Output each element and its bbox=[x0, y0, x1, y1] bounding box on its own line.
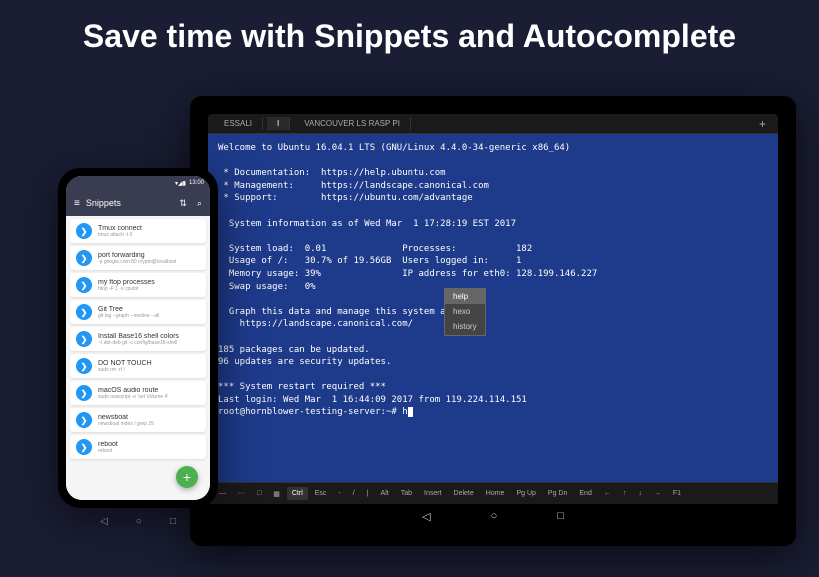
snippet-item[interactable]: ❯ Git Treegit log --graph --oneline --all bbox=[70, 300, 206, 324]
snippet-subtitle: htop -F 1 -s cputot bbox=[98, 286, 155, 292]
toolbar-key[interactable]: ↑ bbox=[618, 487, 632, 500]
phone-header: ≡ Snippets ⇅ ⌕ bbox=[66, 190, 210, 216]
signal-icon: ▾◢▮ bbox=[175, 180, 186, 187]
snippet-title: DO NOT TOUCH bbox=[98, 360, 152, 367]
menu-icon[interactable]: ≡ bbox=[74, 198, 80, 209]
snippet-item[interactable]: ❯ newsboatnewsboat index / grep 25 bbox=[70, 408, 206, 432]
snippet-title: port forwarding bbox=[98, 252, 176, 259]
snippet-icon: ❯ bbox=[76, 331, 92, 347]
toolbar-key[interactable]: → bbox=[649, 487, 666, 500]
terminal-tab[interactable]: ESSALI bbox=[214, 117, 263, 130]
search-icon[interactable]: ⌕ bbox=[197, 198, 202, 209]
snippet-icon: ❯ bbox=[76, 250, 92, 266]
toolbar-key[interactable]: Esc bbox=[310, 487, 332, 500]
tablet-device: ESSALI I VANCOUVER LS RASP PI + Welcome to … bbox=[190, 96, 796, 546]
terminal-tab-bar: ESSALI I VANCOUVER LS RASP PI + bbox=[208, 114, 778, 134]
home-icon[interactable]: ○ bbox=[136, 516, 142, 527]
snippet-title: newsboat bbox=[98, 414, 154, 421]
toolbar-key[interactable]: ▦ bbox=[268, 487, 285, 501]
snippet-subtitle: sudo rm -rf / bbox=[98, 367, 152, 373]
terminal-tab[interactable]: I bbox=[267, 117, 290, 130]
snippet-icon: ❯ bbox=[76, 304, 92, 320]
terminal-toolbar: —···□▦CtrlEsc-/|AltTabInsertDeleteHomePg… bbox=[208, 482, 778, 504]
toolbar-key[interactable]: Tab bbox=[396, 487, 417, 500]
toolbar-key[interactable]: ··· bbox=[233, 487, 250, 500]
toolbar-key[interactable]: Delete bbox=[449, 487, 479, 500]
add-snippet-button[interactable]: + bbox=[176, 466, 198, 488]
snippet-item[interactable]: ❯ Install Base16 shell colors~/.dot-deb g… bbox=[70, 327, 206, 351]
snippet-subtitle: reboot bbox=[98, 448, 118, 454]
snippet-icon: ❯ bbox=[76, 358, 92, 374]
home-icon[interactable]: ○ bbox=[491, 510, 498, 522]
snippet-title: my ftop processes bbox=[98, 279, 155, 286]
snippet-subtitle: ~/.dot-deb git -c config/base16-shell bbox=[98, 340, 179, 346]
toolbar-key[interactable]: End bbox=[574, 487, 596, 500]
toolbar-key[interactable]: Insert bbox=[419, 487, 447, 500]
snippet-item[interactable]: ❯ Tmux connecttmux attach -t 0 bbox=[70, 219, 206, 243]
snippet-title: Tmux connect bbox=[98, 225, 142, 232]
toolbar-key[interactable]: Ctrl bbox=[287, 487, 308, 500]
phone-status-bar: ▾◢▮ 13:00 bbox=[66, 176, 210, 190]
tablet-screen: ESSALI I VANCOUVER LS RASP PI + Welcome to … bbox=[208, 114, 778, 528]
toolbar-key[interactable]: Pg Up bbox=[511, 487, 540, 500]
terminal-output[interactable]: Welcome to Ubuntu 16.04.1 LTS (GNU/Linux… bbox=[208, 134, 778, 482]
toolbar-key[interactable]: Home bbox=[481, 487, 510, 500]
snippet-subtitle: sudo osascript -e 'set Volume 4' bbox=[98, 394, 168, 400]
snippet-title: reboot bbox=[98, 441, 118, 448]
snippet-item[interactable]: ❯ port forwarding-p google.com:80 crypto@… bbox=[70, 246, 206, 270]
phone-nav-bar: ◁ ○ □ bbox=[58, 512, 218, 530]
snippet-title: Install Base16 shell colors bbox=[98, 333, 179, 340]
page-headline: Save time with Snippets and Autocomplete bbox=[0, 0, 819, 55]
snippet-icon: ❯ bbox=[76, 412, 92, 428]
snippet-item[interactable]: ❯ my ftop processeshtop -F 1 -s cputot bbox=[70, 273, 206, 297]
snippet-item[interactable]: ❯ DO NOT TOUCHsudo rm -rf / bbox=[70, 354, 206, 378]
recent-icon[interactable]: □ bbox=[557, 510, 564, 522]
toolbar-key[interactable]: □ bbox=[252, 487, 266, 500]
snippet-subtitle: -p google.com:80 crypto@localhost bbox=[98, 259, 176, 265]
autocomplete-popup[interactable]: helphexohistory bbox=[444, 288, 486, 336]
toolbar-key[interactable]: - bbox=[333, 487, 345, 500]
toolbar-key[interactable]: F1 bbox=[668, 487, 686, 500]
snippet-title: Git Tree bbox=[98, 306, 159, 313]
toolbar-key[interactable]: ← bbox=[599, 487, 616, 500]
snippet-subtitle: tmux attach -t 0 bbox=[98, 232, 142, 238]
snippet-item[interactable]: ❯ rebootreboot bbox=[70, 435, 206, 459]
autocomplete-option[interactable]: help bbox=[445, 289, 485, 304]
phone-header-title: Snippets bbox=[86, 198, 170, 208]
snippet-icon: ❯ bbox=[76, 439, 92, 455]
phone-device: ▾◢▮ 13:00 ≡ Snippets ⇅ ⌕ ❯ Tmux connecttm… bbox=[58, 168, 218, 508]
toolbar-key[interactable]: ↓ bbox=[633, 487, 647, 500]
snippet-icon: ❯ bbox=[76, 223, 92, 239]
snippet-subtitle: newsboat index / grep 25 bbox=[98, 421, 154, 427]
add-tab-button[interactable]: + bbox=[753, 117, 772, 131]
toolbar-key[interactable]: / bbox=[348, 487, 360, 500]
toolbar-key[interactable]: Alt bbox=[376, 487, 394, 500]
autocomplete-option[interactable]: hexo bbox=[445, 304, 485, 319]
sort-icon[interactable]: ⇅ bbox=[179, 198, 187, 209]
terminal-tab[interactable]: VANCOUVER LS RASP PI bbox=[294, 117, 411, 130]
snippet-title: macOS audio route bbox=[98, 387, 168, 394]
phone-screen: ▾◢▮ 13:00 ≡ Snippets ⇅ ⌕ ❯ Tmux connecttm… bbox=[66, 176, 210, 500]
snippet-item[interactable]: ❯ macOS audio routesudo osascript -e 'set… bbox=[70, 381, 206, 405]
back-icon[interactable]: ◁ bbox=[422, 510, 430, 523]
toolbar-key[interactable]: | bbox=[362, 487, 374, 500]
tablet-nav-bar: ◁ ○ □ bbox=[208, 504, 778, 528]
snippet-icon: ❯ bbox=[76, 277, 92, 293]
back-icon[interactable]: ◁ bbox=[100, 516, 108, 527]
snippet-subtitle: git log --graph --oneline --all bbox=[98, 313, 159, 319]
status-time: 13:00 bbox=[189, 180, 204, 186]
recent-icon[interactable]: □ bbox=[170, 516, 176, 527]
snippet-list: ❯ Tmux connecttmux attach -t 0 ❯ port forwa… bbox=[66, 216, 210, 500]
autocomplete-option[interactable]: history bbox=[445, 319, 485, 334]
toolbar-key[interactable]: Pg Dn bbox=[543, 487, 572, 500]
snippet-icon: ❯ bbox=[76, 385, 92, 401]
